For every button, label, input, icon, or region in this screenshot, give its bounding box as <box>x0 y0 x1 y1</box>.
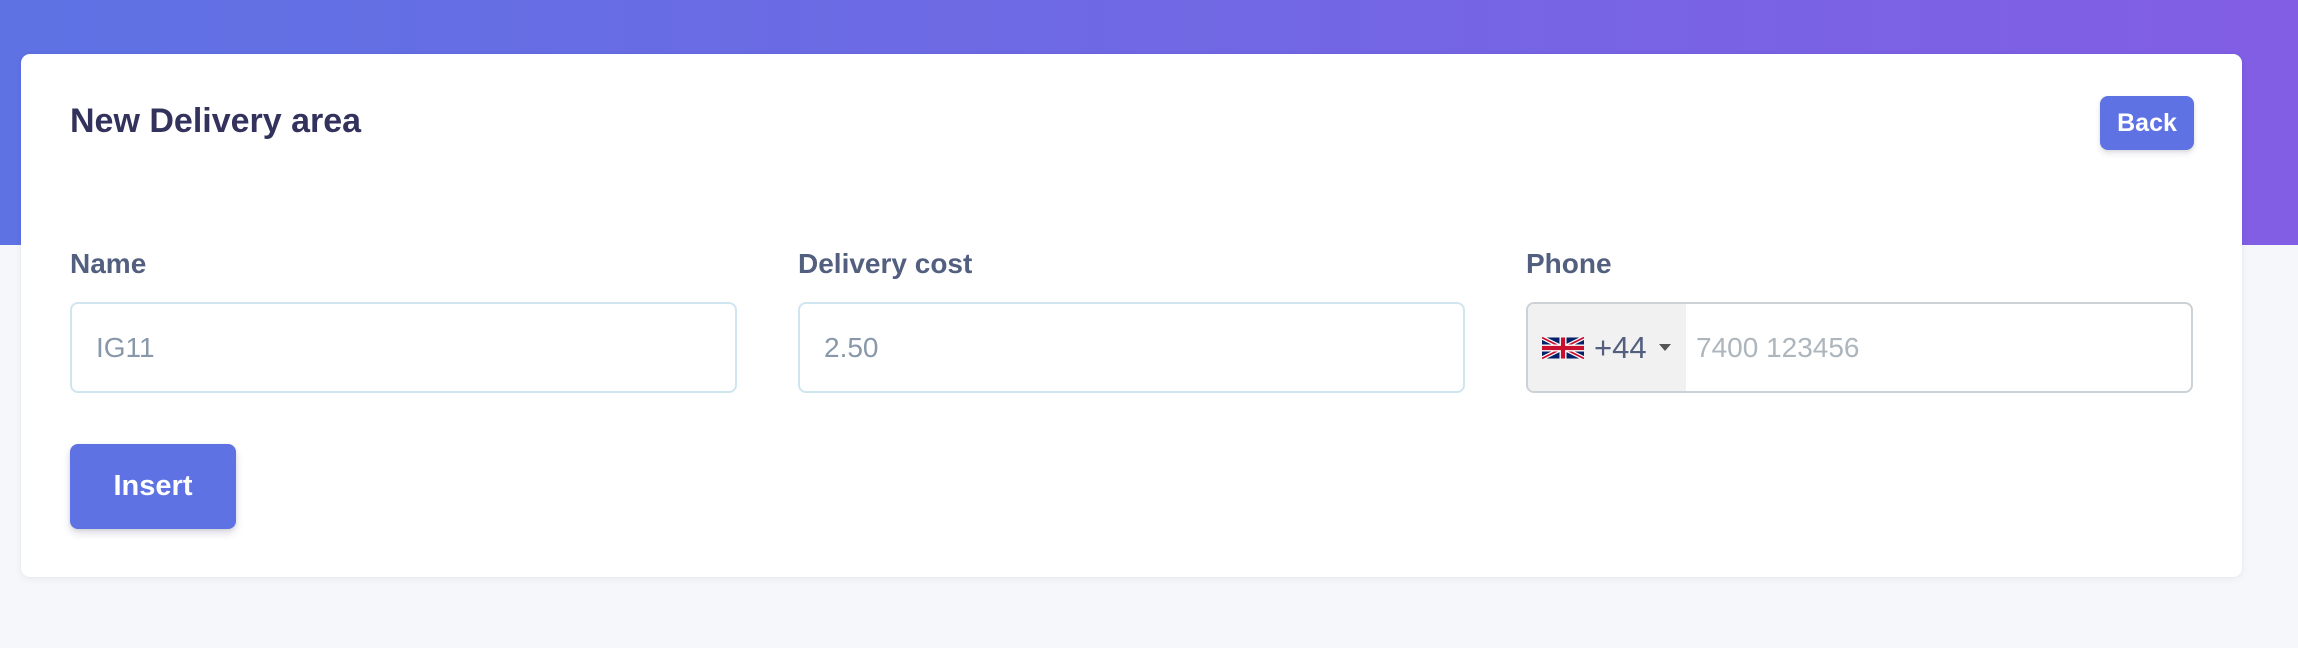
phone-input-wrapper: +44 <box>1526 302 2193 393</box>
form-card: New Delivery area Back Name Delivery cos… <box>21 54 2242 577</box>
delivery-cost-field-group: Delivery cost <box>798 248 1465 393</box>
delivery-cost-input[interactable] <box>798 302 1465 393</box>
name-field-group: Name <box>70 248 737 393</box>
country-code-dropdown[interactable]: +44 <box>1528 304 1686 391</box>
name-label: Name <box>70 248 147 279</box>
chevron-down-icon <box>1658 344 1671 351</box>
name-input[interactable] <box>70 302 737 393</box>
uk-flag-icon <box>1542 336 1584 359</box>
phone-label: Phone <box>1526 248 1612 279</box>
insert-button[interactable]: Insert <box>70 444 236 529</box>
phone-field-group: Phone +44 <box>1526 248 2193 393</box>
page-title: New Delivery area <box>70 102 362 140</box>
back-button[interactable]: Back <box>2100 96 2194 150</box>
dial-code: +44 <box>1594 329 1647 365</box>
phone-input[interactable] <box>1686 304 2191 391</box>
delivery-cost-label: Delivery cost <box>798 248 973 279</box>
